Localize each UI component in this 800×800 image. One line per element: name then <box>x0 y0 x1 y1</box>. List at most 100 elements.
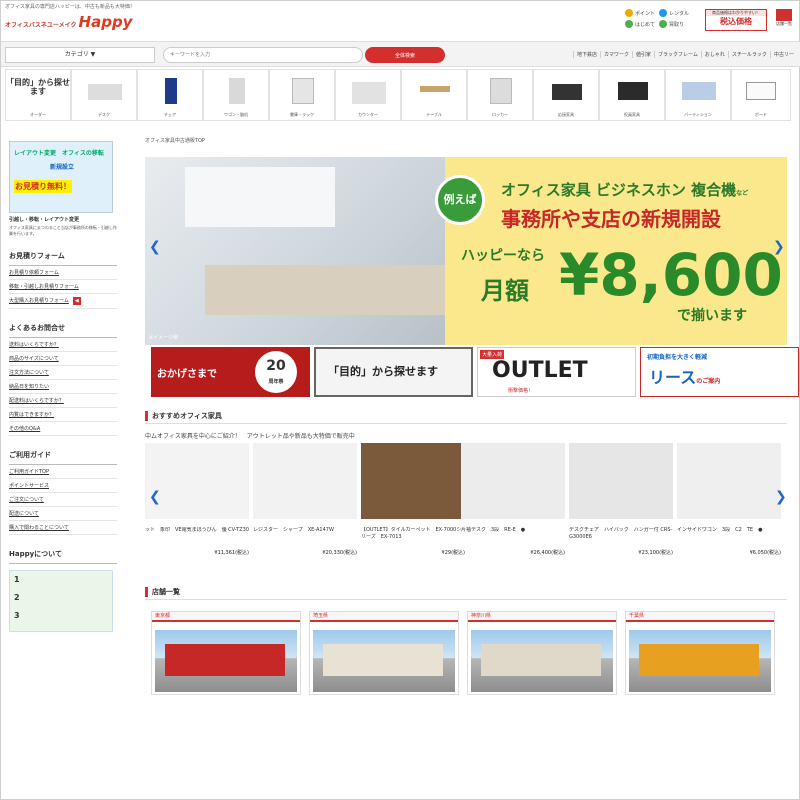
category-chair[interactable]: チェア <box>137 69 203 121</box>
category-partition[interactable]: パーティション <box>665 69 731 121</box>
sidebar-link[interactable]: 配送について <box>9 507 117 521</box>
sidebar-link[interactable]: 商品のサイズについて <box>9 352 117 366</box>
chair-icon <box>165 78 177 104</box>
sidebar-link[interactable]: 送料はいくらですか？ <box>9 338 117 352</box>
quick-link[interactable]: スチールラック <box>727 51 770 58</box>
site-logo[interactable]: オフィスバスネユーメイク Happy <box>5 13 132 31</box>
estimate-heading: お見積りフォーム <box>9 251 117 266</box>
sidebar: レイアウト変更 オフィスの移転 新規設立 お見積り無料！ 引越し・移転・レイアウ… <box>9 141 117 632</box>
desk-icon <box>88 84 122 100</box>
hero-next-arrow-icon[interactable]: ❯ <box>773 239 785 255</box>
product-card[interactable]: デスクチェア ハイバック ハンガー付 CRS-G3000E6 ¥23,100(税… <box>569 443 673 556</box>
banner-caption: 引越し・移転・レイアウト変更 <box>9 217 80 223</box>
about-banner[interactable]: 1 2 3 <box>9 570 113 632</box>
quick-link[interactable]: ブラックフレーム <box>654 51 701 58</box>
sidebar-link[interactable]: 注文方法について <box>9 366 117 380</box>
quick-link[interactable]: おしゃれ <box>700 51 728 58</box>
faq-links: 送料はいくらですか？ 商品のサイズについて 注文方法について 納品日を知りたい … <box>9 338 117 436</box>
sidebar-link[interactable]: お見積り依頼フォーム <box>9 266 117 280</box>
product-image <box>145 443 249 519</box>
category-counter[interactable]: カウンター <box>335 69 401 121</box>
logo-main: Happy <box>78 13 133 31</box>
hero-badge: 例えば <box>435 175 485 225</box>
rental-link[interactable]: レンタル <box>659 9 689 17</box>
buyback-link[interactable]: 買取り <box>659 20 689 28</box>
hero-prev-arrow-icon[interactable]: ❮ <box>149 239 161 255</box>
quick-link[interactable]: カマワーク <box>600 51 632 58</box>
sidebar-link[interactable]: ご利用ガイドTOP <box>9 465 117 479</box>
table-icon <box>420 86 450 92</box>
promo-outlet[interactable]: 大量入荷 OUTLET 衝撃価格！ <box>477 347 636 397</box>
promo-anniversary[interactable]: おかげさまで 20 周年祭 <box>151 347 310 397</box>
store-card[interactable]: 神奈川県 <box>467 611 617 695</box>
category-reception[interactable]: 応接家具 <box>533 69 599 121</box>
product-card[interactable]: 片袖デスク 3段 RE-E ● ¥26,400(税込) <box>461 443 565 556</box>
category-purpose[interactable]: 「目的」から探せます オーダー <box>5 69 71 121</box>
beginner-link[interactable]: はじめて <box>625 20 655 28</box>
quick-link[interactable]: 中古リー <box>769 51 797 58</box>
header-icons: ポイント はじめて レンタル 買取り <box>625 9 689 28</box>
category-executive[interactable]: 役員家具 <box>599 69 665 121</box>
store-list: 東京都 埼玉県 神奈川県 千葉県 <box>151 611 775 695</box>
category-dropdown[interactable]: カテゴリ ▼ <box>5 47 155 63</box>
header-tagline: オフィス家具の専門店ハッピーは、中古も新品も大特価！ <box>5 4 135 10</box>
carousel-next-arrow-icon[interactable]: ❯ <box>775 489 787 505</box>
search-input[interactable] <box>163 47 363 63</box>
hero-line5: で揃います <box>677 308 747 324</box>
carousel-prev-arrow-icon[interactable]: ❮ <box>149 489 161 505</box>
store-list-link[interactable]: 店舗一覧 <box>773 9 795 31</box>
product-carousel: ット 象印 VE電気まほうびん 優 CV-TZ30 ¥11,361(税込) レジ… <box>145 443 787 563</box>
product-card[interactable]: インサイドワゴン 3段 C2 TE ● ¥6,050(税込) <box>677 443 781 556</box>
sidebar-link[interactable]: 購入で関わることについて <box>9 521 117 535</box>
sidebar-link[interactable]: 納品日を知りたい <box>9 380 117 394</box>
faq-heading: よくあるお問合せ <box>9 323 117 338</box>
stores-title: 店舗一覧 <box>145 587 180 597</box>
category-purpose-head: 「目的」から探せます <box>6 78 70 96</box>
quick-link[interactable]: 値引家 <box>632 51 654 58</box>
category-cabinet[interactable]: 書庫・ラック <box>269 69 335 121</box>
store-card[interactable]: 千葉県 <box>625 611 775 695</box>
sidebar-link[interactable]: ポイントサービス <box>9 479 117 493</box>
category-table[interactable]: テーブル <box>401 69 467 121</box>
store-card[interactable]: 東京都 <box>151 611 301 695</box>
sidebar-link-large-order[interactable]: 大型購入お見積りフォーム ◀ <box>9 294 117 309</box>
promo-lease[interactable]: 初期負担を大きく軽減 リースのご案内 <box>640 347 799 397</box>
sidebar-link[interactable]: 配送料はいくらですか？ <box>9 394 117 408</box>
store-card[interactable]: 埼玉県 <box>309 611 459 695</box>
buyback-icon <box>659 20 668 28</box>
product-image <box>569 443 673 519</box>
page-frame: オフィス家具の専門店ハッピーは、中古も新品も大特価！ オフィスバスネユーメイク … <box>0 0 800 800</box>
sidebar-link[interactable]: ご注文について <box>9 493 117 507</box>
beginner-icon <box>625 20 633 28</box>
rental-icon <box>659 9 668 17</box>
banner-free: お見積り無料！ <box>14 180 72 193</box>
category-desk[interactable]: デスク <box>71 69 137 121</box>
tax-included-banner[interactable]: 商品価格はわかりやすい！ 税込価格 <box>705 9 767 31</box>
about-heading: Happyについて <box>9 549 117 564</box>
product-card[interactable]: レジスター シャープ XE-A147W ¥20,330(税込) <box>253 443 357 556</box>
category-locker[interactable]: ロッカー <box>467 69 533 121</box>
category-wagon[interactable]: ワゴン・脇机 <box>203 69 269 121</box>
sidebar-link[interactable]: その他のQ&A <box>9 422 117 436</box>
recommend-title: おすすめオフィス家具 <box>145 411 222 421</box>
product-image <box>461 443 565 519</box>
promo-purpose[interactable]: 「目的」から探せます <box>314 347 473 397</box>
quick-link[interactable]: 地下鉄店 <box>573 51 600 58</box>
store-photo <box>313 630 455 692</box>
product-image <box>361 443 465 519</box>
store-photo <box>629 630 771 692</box>
category-board[interactable]: ボード <box>731 69 791 121</box>
sidebar-link[interactable]: 内覧はできますか？ <box>9 408 117 422</box>
counter-icon <box>352 82 386 104</box>
banner-desc: オフィス家具にまつわること当店が事務所の移転・引越し作業を行います。 <box>9 225 117 236</box>
point-link[interactable]: ポイント <box>625 9 655 17</box>
search-button[interactable]: 全体検索 <box>365 47 445 63</box>
sidebar-link[interactable]: 移転・引越しお見積りフォーム <box>9 280 117 294</box>
moving-banner[interactable]: レイアウト変更 オフィスの移転 新規設立 お見積り無料！ <box>9 141 113 213</box>
store-photo <box>471 630 613 692</box>
product-card[interactable]: 【OUTLET】タイルカーペット EX-7000シリーズ EX-7013 ¥29… <box>361 443 465 556</box>
category-nav: 「目的」から探せます オーダー デスク チェア ワゴン・脇机 書庫・ラック カウ… <box>5 69 791 121</box>
breadcrumb[interactable]: オフィス家具中古通販TOP <box>145 137 205 144</box>
locker-icon <box>490 78 512 104</box>
hero-banner[interactable]: ※イメージ例 例えば オフィス家具 ビジネスホン 複合機など 事務所や支店の新規… <box>145 157 787 345</box>
